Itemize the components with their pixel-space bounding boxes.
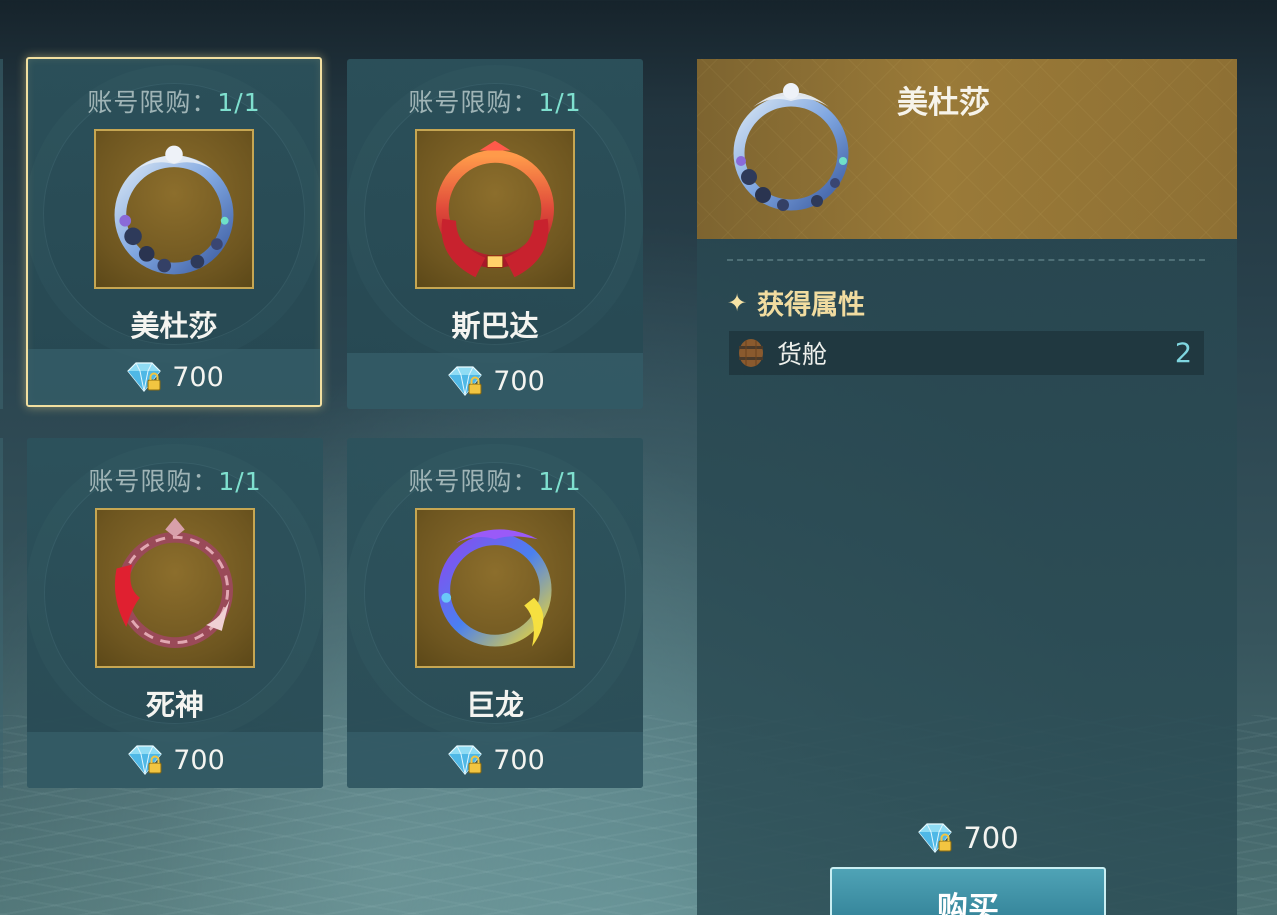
shop-item-card[interactable]: 账号限购：1/1 美杜莎 700: [26, 57, 322, 407]
buy-button[interactable]: 购买: [830, 867, 1106, 915]
detail-title: 美杜莎: [897, 85, 990, 121]
item-name: 巨龙: [465, 688, 524, 722]
reaper-frame-icon: [114, 517, 234, 648]
item-thumbnail: [415, 129, 575, 289]
left-edge-strip: [0, 438, 3, 788]
divider: [727, 259, 1205, 261]
shop-item-card[interactable]: 账号限购：1/1 斯巴达 700: [347, 59, 643, 409]
purchase-limit: 账号限购：1/1: [408, 467, 582, 496]
barrel-icon: [739, 339, 763, 367]
detail-price-value: 700: [963, 821, 1019, 855]
price-bar: 700: [27, 732, 323, 788]
item-name: 死神: [145, 688, 204, 722]
purchase-limit: 账号限购：1/1: [408, 88, 582, 117]
item-name: 美杜莎: [130, 309, 218, 343]
diamond-lock-icon: [918, 823, 953, 853]
item-price: 700: [173, 744, 225, 776]
left-edge-strip: [0, 59, 3, 409]
attribute-value: 2: [1174, 337, 1192, 369]
shop-item-card[interactable]: 账号限购：1/1 巨龙 700: [347, 438, 643, 788]
item-name: 斯巴达: [451, 309, 539, 343]
sparta-frame-icon: [436, 140, 554, 278]
diamond-lock-icon: [128, 745, 163, 775]
attribute-name: 货舱: [777, 340, 828, 369]
item-thumbnail: [415, 508, 575, 668]
detail-thumbnail: [725, 71, 861, 221]
sparkle-icon: ✦: [727, 288, 748, 317]
purchase-limit: 账号限购：1/1: [88, 467, 262, 496]
item-thumbnail: [94, 129, 254, 289]
price-bar: 700: [347, 732, 643, 788]
attributes-heading: ✦ 获得属性: [727, 283, 865, 322]
attributes-heading-label: 获得属性: [757, 290, 866, 321]
item-price: 700: [493, 365, 545, 397]
attribute-row: 货舱 2: [729, 331, 1204, 375]
price-bar: 700: [28, 349, 320, 405]
item-thumbnail: [95, 508, 255, 668]
dragon-frame-icon: [438, 529, 552, 647]
item-price: 700: [493, 744, 545, 776]
price-bar: 700: [347, 353, 643, 409]
diamond-lock-icon: [448, 745, 483, 775]
medusa-frame-icon: [733, 83, 849, 211]
shop-item-card[interactable]: 账号限购：1/1 死神 700: [27, 438, 323, 788]
diamond-lock-icon: [448, 366, 483, 396]
diamond-lock-icon: [127, 362, 162, 392]
purchase-limit: 账号限购：1/1: [87, 88, 261, 117]
detail-price: 700: [697, 821, 1237, 855]
medusa-frame-icon: [114, 145, 234, 275]
item-detail-panel: 美杜莎 ✦ 获得属性 货舱 2 700 购买: [697, 59, 1237, 915]
item-price: 700: [172, 361, 224, 393]
detail-header: 美杜莎: [697, 59, 1237, 239]
